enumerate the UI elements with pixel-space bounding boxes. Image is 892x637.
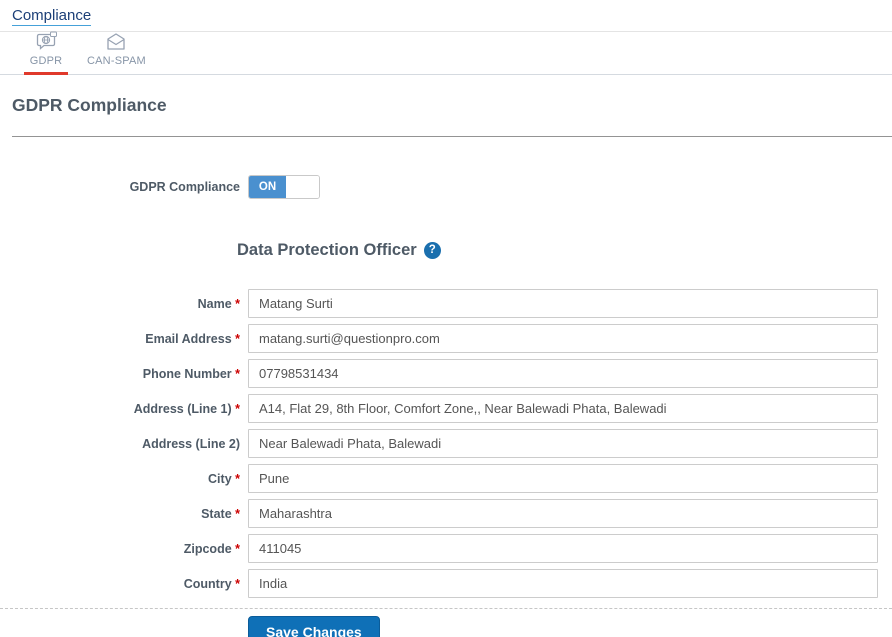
required-asterisk: * bbox=[231, 401, 240, 416]
address1-label: Address (Line 1) * bbox=[133, 401, 240, 416]
gdpr-toggle-switch[interactable]: ON bbox=[248, 175, 320, 199]
phone-label: Phone Number * bbox=[142, 366, 240, 381]
form-row-zipcode: Zipcode * bbox=[0, 534, 892, 563]
required-asterisk: * bbox=[231, 366, 240, 381]
form-row-email: Email Address * bbox=[0, 324, 892, 353]
form-row-name: Name * bbox=[0, 289, 892, 318]
address2-label: Address (Line 2) bbox=[142, 436, 240, 451]
city-field[interactable] bbox=[248, 464, 878, 493]
tab-gdpr[interactable]: GDPR bbox=[24, 28, 68, 75]
city-label: City * bbox=[208, 471, 240, 486]
tab-can-spam[interactable]: CAN-SPAM bbox=[84, 28, 149, 74]
address2-field[interactable] bbox=[248, 429, 878, 458]
active-tab-indicator bbox=[24, 72, 68, 75]
tab-can-spam-label: CAN-SPAM bbox=[87, 55, 146, 67]
email-label: Email Address * bbox=[145, 331, 240, 346]
country-label: Country * bbox=[183, 576, 240, 591]
form-row-phone: Phone Number * bbox=[0, 359, 892, 388]
title-divider bbox=[12, 136, 892, 137]
envelope-icon bbox=[104, 31, 128, 52]
tab-bar: GDPR CAN-SPAM bbox=[0, 31, 892, 75]
name-label: Name * bbox=[197, 296, 240, 311]
form-rows: Name * Email Address * Phone Number * Addre… bbox=[0, 289, 892, 598]
breadcrumb-compliance-link[interactable]: Compliance bbox=[12, 7, 92, 26]
tab-gdpr-label: GDPR bbox=[29, 55, 63, 67]
zipcode-field[interactable] bbox=[248, 534, 878, 563]
name-field[interactable] bbox=[248, 289, 878, 318]
section-title: Data Protection Officer bbox=[237, 241, 417, 259]
section-heading: Data Protection Officer ? bbox=[237, 241, 892, 260]
country-field[interactable] bbox=[248, 569, 878, 598]
form-row-country: Country * bbox=[0, 569, 892, 598]
phone-field[interactable] bbox=[248, 359, 878, 388]
required-asterisk: * bbox=[231, 331, 240, 346]
form-row-address2: Address (Line 2) bbox=[0, 429, 892, 458]
address1-field[interactable] bbox=[248, 394, 878, 423]
help-circle-icon[interactable]: ? bbox=[423, 242, 441, 259]
page-title: GDPR Compliance bbox=[12, 95, 167, 115]
form-footer-divider bbox=[0, 608, 892, 609]
form-row-state: State * bbox=[0, 499, 892, 528]
required-asterisk: * bbox=[231, 576, 240, 591]
toggle-on-segment[interactable]: ON bbox=[249, 176, 286, 198]
required-asterisk: * bbox=[231, 506, 240, 521]
save-changes-button[interactable]: Save Changes bbox=[248, 616, 380, 637]
zipcode-label: Zipcode * bbox=[183, 541, 240, 556]
state-label: State * bbox=[201, 506, 240, 521]
gdpr-globe-bubble-icon bbox=[34, 31, 59, 52]
toggle-off-segment[interactable] bbox=[286, 176, 319, 198]
required-asterisk: * bbox=[231, 471, 240, 486]
required-asterisk: * bbox=[231, 296, 240, 311]
gdpr-toggle-row: GDPR Compliance ON bbox=[0, 175, 892, 199]
email-field[interactable] bbox=[248, 324, 878, 353]
form-row-city: City * bbox=[0, 464, 892, 493]
state-field[interactable] bbox=[248, 499, 878, 528]
gdpr-toggle-label: GDPR Compliance bbox=[129, 180, 240, 194]
required-asterisk: * bbox=[231, 541, 240, 556]
form-row-address1: Address (Line 1) * bbox=[0, 394, 892, 423]
